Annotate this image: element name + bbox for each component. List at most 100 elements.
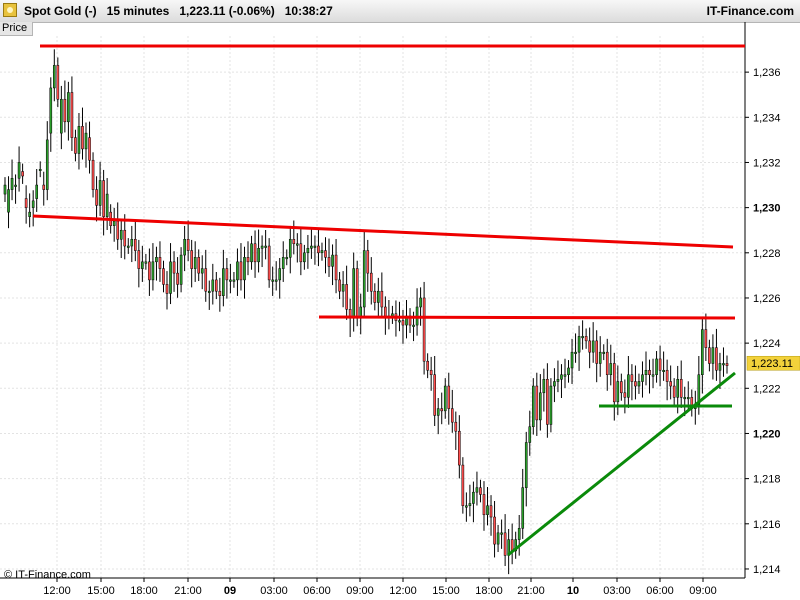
candle-body [172, 261, 176, 274]
candle-body [95, 189, 98, 206]
x-tick-label: 03:00 [260, 585, 288, 597]
y-tick-label: 1,224 [753, 338, 781, 350]
candle-body [158, 257, 162, 269]
candle-body [704, 329, 708, 348]
candle-body [380, 290, 384, 308]
candle-body [35, 184, 39, 199]
candle-body [648, 369, 651, 376]
candle-body [274, 279, 278, 282]
candle-body [229, 279, 232, 282]
candle-body [722, 363, 725, 366]
candle-body [341, 284, 345, 292]
candle-body [443, 385, 447, 412]
candle-body [426, 360, 429, 371]
candle-body [88, 137, 91, 161]
candle-body [74, 137, 77, 154]
trendline-horizontal-resistance [318, 315, 736, 320]
candle-body [215, 279, 218, 292]
candle-body [165, 284, 169, 294]
candle-body [377, 290, 380, 303]
candle-body [493, 516, 496, 545]
candle-body [123, 229, 127, 247]
x-tick-label: 15:00 [87, 585, 115, 597]
candle-body [567, 367, 570, 376]
y-tick-label: 1,218 [753, 474, 781, 486]
candle-body [31, 200, 35, 208]
x-tick-label: 09:00 [689, 585, 717, 597]
candle-body [398, 320, 401, 323]
candle-body [21, 171, 24, 177]
price-chart[interactable]: 1,236 1,234 1,232 1,230 1,228 1,226 1,224 1,222… [0, 0, 800, 600]
candle-body [10, 178, 14, 190]
candle-body [296, 243, 299, 246]
candle-body [134, 239, 137, 251]
candle-body [250, 243, 253, 263]
candle-body [246, 257, 250, 263]
candle-body [260, 245, 264, 249]
candle-body [711, 347, 715, 364]
candle-body [239, 261, 243, 281]
footer-credit: © IT-Finance.com [4, 569, 91, 581]
candle-body [324, 250, 327, 258]
candle-body [539, 392, 542, 421]
candle-body [116, 220, 120, 240]
chart-window: Spot Gold (-) 15 minutes 1,223.11 (-0.06… [0, 0, 800, 600]
candle-body [190, 250, 193, 269]
candle-body [577, 336, 581, 353]
candle-body [331, 254, 334, 267]
candle-body [384, 306, 387, 317]
candle-body [179, 254, 183, 285]
candle-body [672, 385, 676, 398]
candle-body [454, 421, 458, 432]
candle-body [524, 442, 528, 488]
candle-body [126, 245, 130, 248]
last-price-label: 1,223.11 [751, 358, 793, 370]
candle-body [17, 162, 21, 179]
candle-body [479, 487, 482, 495]
candle-body [271, 279, 274, 282]
candle-body [475, 487, 479, 493]
candle-body [447, 385, 451, 409]
candle-body [500, 532, 503, 535]
candle-body [369, 272, 373, 292]
candle-body [303, 252, 306, 263]
candle-body [528, 426, 532, 443]
candle-body [496, 532, 500, 545]
candle-body [345, 284, 348, 310]
candle-body [352, 268, 355, 319]
candle-body [53, 65, 56, 89]
candle-body [60, 98, 63, 134]
candle-body [56, 65, 60, 100]
candle-body [517, 528, 521, 540]
candle-body [278, 268, 282, 281]
candle-body [553, 381, 556, 387]
candle-body [458, 430, 461, 466]
candle-body [630, 374, 634, 382]
candle-body [436, 408, 440, 416]
candle-body [253, 243, 257, 263]
candle-body [641, 374, 644, 382]
candle-body [486, 505, 489, 516]
y-tick-label: 1,214 [753, 564, 781, 576]
x-tick-label: 03:00 [603, 585, 631, 597]
candle-body [679, 379, 683, 398]
candle-body [373, 290, 377, 303]
y-tick-label: 1,232 [753, 157, 781, 169]
candle-body [200, 268, 204, 274]
candle-body [84, 132, 88, 150]
candle-body [366, 250, 370, 274]
candle-body [450, 408, 454, 423]
candle-body [472, 491, 475, 504]
candle-body [655, 358, 658, 376]
candle-body [676, 379, 679, 398]
candle-body [45, 139, 49, 190]
candle-body [612, 363, 616, 403]
candle-body [489, 505, 493, 518]
candle-body [130, 239, 134, 247]
candle-body [77, 126, 81, 154]
candle-body [162, 268, 165, 285]
candle-body [616, 381, 620, 403]
candle-body [313, 245, 317, 248]
y-tick-label: 1,220 [753, 428, 781, 440]
candle-body [465, 505, 468, 508]
